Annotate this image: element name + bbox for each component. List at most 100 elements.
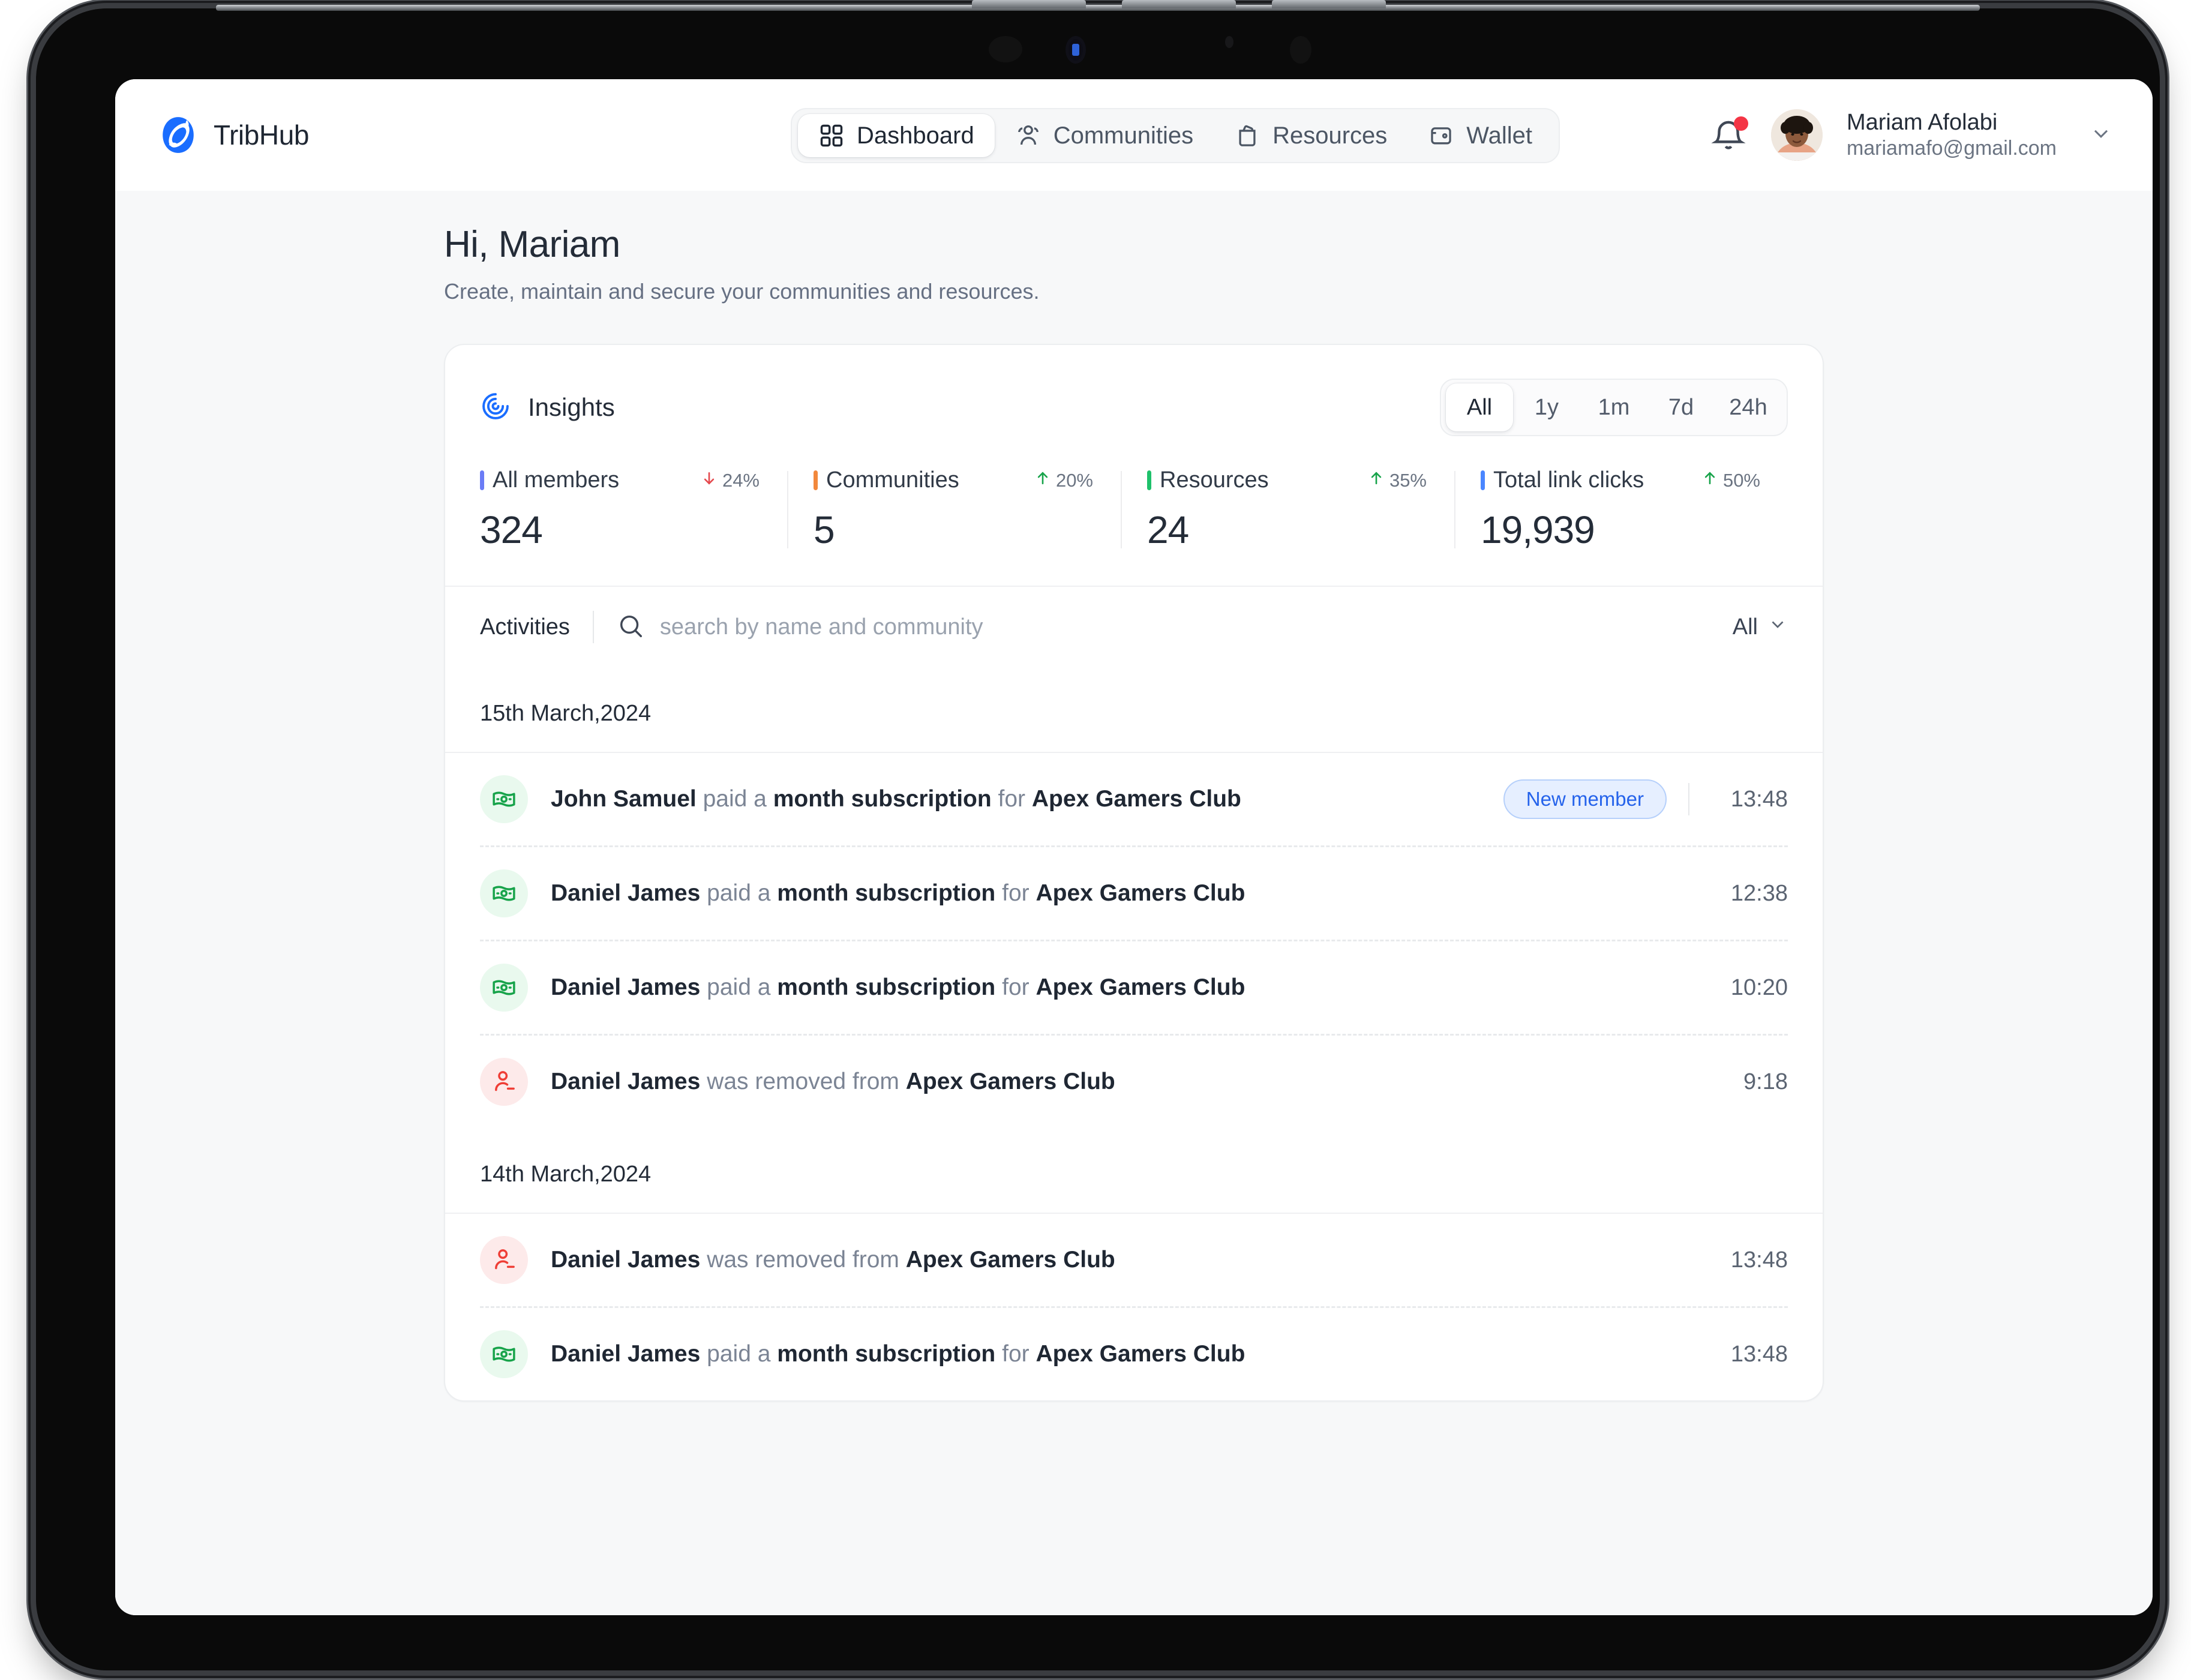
- dashboard-content: Hi, Mariam Create, maintain and secure y…: [115, 191, 2153, 1615]
- activity-date-heading: 14th March,2024: [480, 1162, 652, 1187]
- banknote-icon: [480, 775, 528, 823]
- stat-delta-value: 50%: [1722, 469, 1760, 491]
- arrow-up-icon: [1367, 469, 1385, 492]
- activity-text: Daniel James was removed from Apex Gamer…: [551, 1069, 1115, 1095]
- stat-accent-bar: [1147, 470, 1151, 490]
- user-email: mariamafo@gmail.com: [1846, 137, 2057, 160]
- search-group: [617, 612, 1733, 643]
- activity-text: Daniel James paid a month subscription f…: [551, 1341, 1245, 1367]
- stat-delta-value: 24%: [722, 469, 760, 491]
- tab-dashboard-label: Dashboard: [857, 122, 974, 149]
- activity-target: Apex Gamers Club: [1031, 786, 1241, 812]
- arrow-up-icon: [1034, 469, 1052, 492]
- tribhub-logo-icon: [158, 115, 198, 155]
- stat-label: Total link clicks: [1493, 467, 1644, 493]
- activity-row[interactable]: Daniel James paid a month subscription f…: [445, 1308, 1823, 1400]
- activity-preposition: for: [1002, 974, 1030, 1000]
- activity-row[interactable]: Daniel James paid a month subscription f…: [445, 941, 1823, 1034]
- insights-header: Insights All 1y 1m 7d 24h: [445, 345, 1823, 436]
- activity-actor: Daniel James: [551, 1069, 701, 1094]
- time-range-selector: All 1y 1m 7d 24h: [1440, 379, 1788, 436]
- folder-icon: [1234, 122, 1260, 149]
- activity-groups: 15th March,2024 John Samuel paid a month …: [445, 667, 1823, 1400]
- stat-card: All members 24% 324: [480, 467, 787, 552]
- activity-meta: 13:48: [1711, 1247, 1788, 1273]
- range-pill-7d[interactable]: 7d: [1647, 383, 1715, 431]
- insights-label-group: Insights: [480, 391, 615, 425]
- stat-delta: 20%: [1034, 469, 1099, 492]
- activity-text: Daniel James was removed from Apex Gamer…: [551, 1247, 1115, 1273]
- search-input[interactable]: [659, 614, 1733, 640]
- device-button-volume-down[interactable]: [1122, 0, 1236, 8]
- stat-delta-value: 35%: [1389, 469, 1427, 491]
- insights-card: Insights All 1y 1m 7d 24h All members 24%…: [444, 344, 1824, 1402]
- activity-verb: paid a: [703, 786, 767, 812]
- activity-preposition: for: [1002, 1341, 1030, 1367]
- user-info: Mariam Afolabi mariamafo@gmail.com: [1847, 109, 2057, 161]
- tab-wallet[interactable]: Wallet: [1407, 114, 1553, 157]
- page-title: Hi, Mariam: [444, 224, 620, 265]
- activity-timestamp: 13:48: [1730, 1341, 1788, 1367]
- user-name: Mariam Afolabi: [1846, 110, 1998, 136]
- tablet-device-frame: TribHub Dashboard Communities Resources …: [36, 0, 2160, 1670]
- stat-delta: 50%: [1701, 469, 1766, 492]
- activity-meta: 10:20: [1711, 975, 1788, 1001]
- activity-row[interactable]: Daniel James was removed from Apex Gamer…: [445, 1036, 1823, 1128]
- stat-delta: 35%: [1367, 469, 1433, 492]
- activity-meta: 12:38: [1711, 881, 1788, 907]
- range-pill-all[interactable]: All: [1446, 383, 1513, 431]
- stat-accent-bar: [480, 470, 484, 490]
- activity-row[interactable]: Daniel James was removed from Apex Gamer…: [445, 1214, 1823, 1306]
- activity-timestamp: 13:48: [1730, 786, 1788, 812]
- stat-accent-bar: [814, 470, 818, 490]
- range-pill-24h[interactable]: 24h: [1715, 383, 1782, 431]
- chevron-down-icon[interactable]: [2089, 121, 2113, 148]
- activity-verb: paid a: [707, 1341, 771, 1367]
- activity-row[interactable]: Daniel James paid a month subscription f…: [445, 847, 1823, 940]
- wallet-icon: [1428, 122, 1454, 149]
- stat-value: 5: [814, 508, 835, 551]
- activity-timestamp: 13:48: [1730, 1247, 1788, 1273]
- device-button-power[interactable]: [1272, 0, 1386, 8]
- top-navigation-bar: TribHub Dashboard Communities Resources …: [115, 79, 2153, 191]
- activity-target: Apex Gamers Club: [1036, 1341, 1245, 1367]
- activity-meta: New member 13:48: [1503, 779, 1788, 819]
- tab-wallet-label: Wallet: [1466, 122, 1532, 149]
- grid-icon: [818, 122, 845, 149]
- activity-actor: John Samuel: [551, 786, 697, 812]
- activity-verb: paid a: [707, 880, 771, 906]
- activity-group: 15th March,2024 John Samuel paid a month …: [445, 667, 1823, 1128]
- activity-row[interactable]: John Samuel paid a month subscription fo…: [445, 753, 1823, 845]
- insights-title: Insights: [528, 393, 615, 421]
- activity-verb: was removed from: [707, 1069, 899, 1094]
- stat-accent-bar: [1481, 470, 1485, 490]
- activity-filter-select[interactable]: All: [1733, 614, 1788, 640]
- stats-row: All members 24% 324 Communities 20% 5 Resource…: [445, 436, 1823, 586]
- stat-label: All members: [493, 467, 620, 493]
- user-zone: Mariam Afolabi mariamafo@gmail.com: [1710, 109, 2113, 161]
- divider: [1688, 783, 1689, 815]
- banknote-icon: [480, 869, 528, 917]
- device-button-volume-up[interactable]: [972, 0, 1086, 8]
- stat-card: Resources 35% 24: [1121, 467, 1454, 552]
- avatar[interactable]: [1770, 109, 1823, 161]
- activity-date-heading: 15th March,2024: [480, 701, 652, 726]
- camera-cluster: [972, 30, 1392, 64]
- tab-resources[interactable]: Resources: [1214, 114, 1407, 157]
- insights-spiral-icon: [480, 391, 511, 425]
- activity-filter-label: All: [1732, 614, 1758, 640]
- range-pill-1y[interactable]: 1y: [1513, 383, 1580, 431]
- brand-logo-group[interactable]: TribHub: [158, 115, 698, 155]
- stat-value: 24: [1147, 508, 1189, 551]
- stat-delta: 24%: [700, 469, 766, 492]
- stat-delta-value: 20%: [1055, 469, 1093, 491]
- stat-value: 19,939: [1481, 508, 1595, 551]
- notification-bell-button[interactable]: [1710, 116, 1748, 154]
- range-pill-1m[interactable]: 1m: [1580, 383, 1647, 431]
- tab-dashboard[interactable]: Dashboard: [798, 114, 995, 157]
- tab-communities[interactable]: Communities: [995, 114, 1214, 157]
- banknote-icon: [480, 964, 528, 1012]
- stat-value: 324: [480, 508, 543, 551]
- activity-timestamp: 10:20: [1730, 974, 1788, 1000]
- activity-actor: Daniel James: [551, 880, 701, 906]
